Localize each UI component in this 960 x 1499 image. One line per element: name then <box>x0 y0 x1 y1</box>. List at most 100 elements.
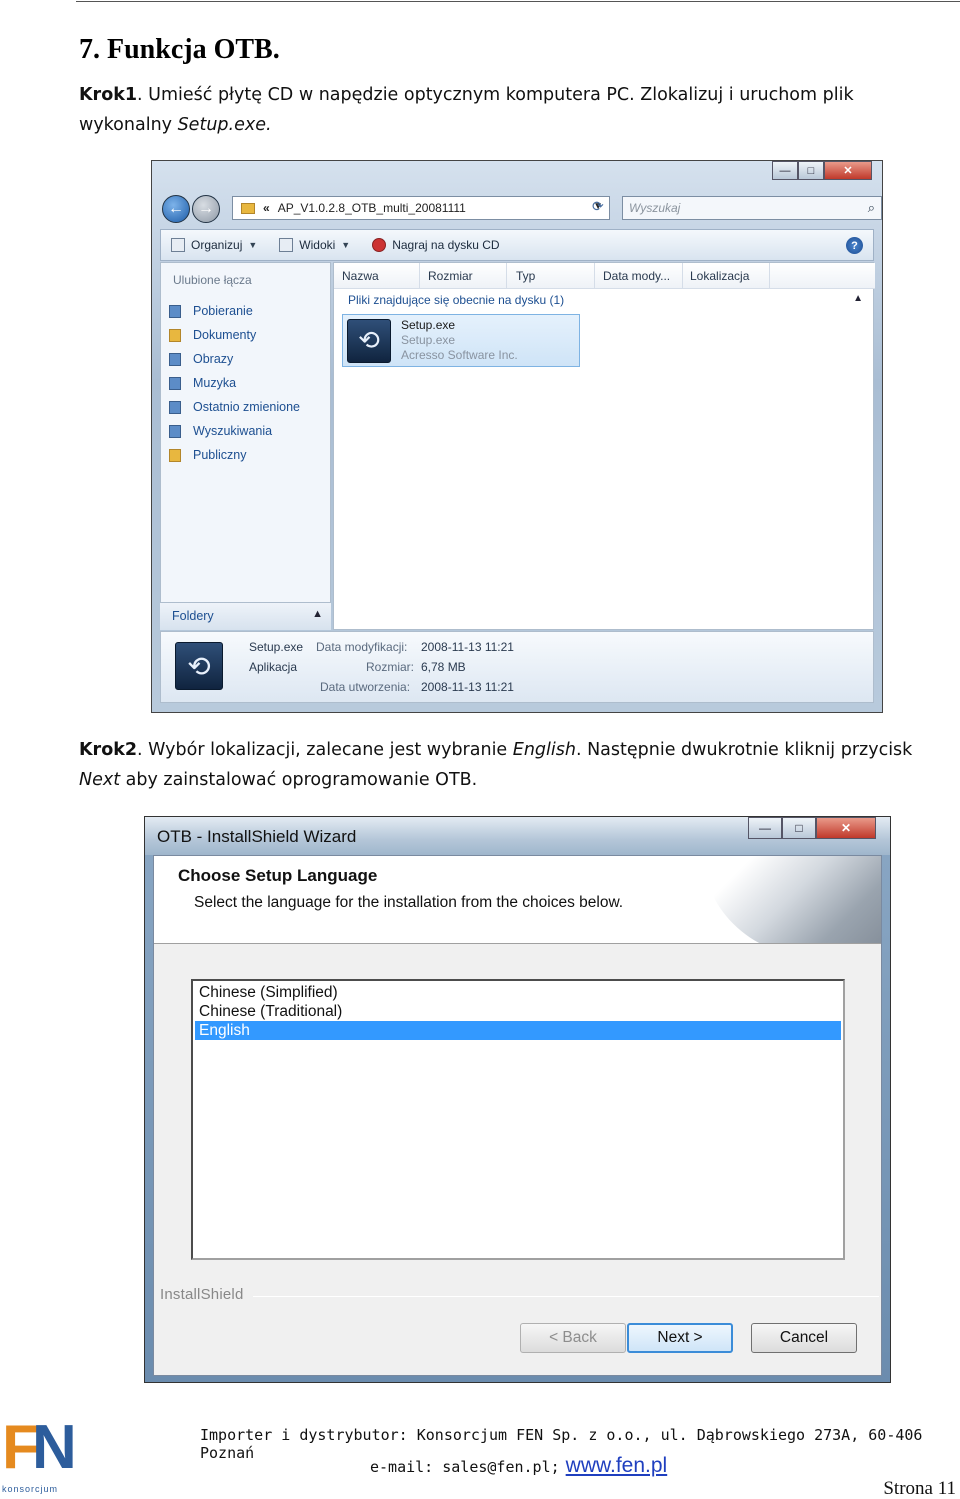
details-created-value: 2008-11-13 11:21 <box>421 680 514 694</box>
organize-icon <box>171 238 185 252</box>
top-rule <box>76 1 960 2</box>
toolbar-burn-label: Nagraj na dysku CD <box>392 238 500 252</box>
window-controls: — □ ✕ <box>748 817 876 839</box>
step1-filename: Setup.exe. <box>177 115 272 135</box>
pictures-icon <box>169 352 181 366</box>
file-list-pane: Nazwa Rozmiar Typ Data mody... Lokalizac… <box>333 262 875 630</box>
logo-letter-n: N <box>32 1413 77 1482</box>
installer-icon: ⟲ <box>175 642 223 690</box>
step2-paragraph: Krok2. Wybór lokalizacji, zalecane jest … <box>79 735 949 795</box>
file-item-text: Setup.exe Setup.exe Acresso Software Inc… <box>401 318 518 363</box>
search-input[interactable]: Wyszukaj ⌕ <box>622 196 882 220</box>
forward-arrow-icon[interactable]: → <box>192 195 220 223</box>
toolbar-organize[interactable]: Organizuj ▼ <box>171 238 257 252</box>
file-company: Acresso Software Inc. <box>401 348 518 362</box>
sidebar-item-recent[interactable]: Ostatnio zmienione <box>169 395 300 419</box>
language-list[interactable]: Chinese (Simplified) Chinese (Traditiona… <box>191 979 845 1260</box>
column-date[interactable]: Data mody... <box>603 269 670 283</box>
maximize-icon[interactable]: □ <box>798 161 824 180</box>
step2-text-b: . Następnie dwukrotnie kliknij przycisk <box>575 740 913 760</box>
column-divider <box>769 263 770 289</box>
file-name: Setup.exe <box>401 318 456 332</box>
documents-icon <box>169 328 181 342</box>
toolbar-burn[interactable]: Nagraj na dysku CD <box>372 238 500 252</box>
page-curl-graphic <box>701 856 881 943</box>
language-option[interactable]: Chinese (Traditional) <box>195 1002 841 1021</box>
address-bar[interactable]: « AP_V1.0.2.8_OTB_multi_20081111 ▼ <box>232 196 610 220</box>
music-icon <box>169 376 181 390</box>
close-icon[interactable]: ✕ <box>816 817 876 839</box>
sidebar-item-label: Pobieranie <box>193 304 253 318</box>
address-chevron: « <box>263 201 270 215</box>
language-option-selected[interactable]: English <box>195 1021 841 1040</box>
toolbar-views-label: Widoki <box>299 238 336 252</box>
column-location[interactable]: Lokalizacja <box>690 269 749 283</box>
search-icon[interactable]: ⌕ <box>868 200 875 216</box>
file-item-setup[interactable]: ⟲ Setup.exe Setup.exe Acresso Software I… <box>342 314 580 367</box>
installshield-window: OTB - InstallShield Wizard — □ ✕ Choose … <box>144 816 891 1383</box>
minimize-icon[interactable]: — <box>772 161 798 180</box>
sidebar-item-label: Muzyka <box>193 376 237 390</box>
minimize-icon[interactable]: — <box>748 817 782 839</box>
step1-paragraph: Krok1. Umieść płytę CD w napędzie optycz… <box>79 80 949 140</box>
back-button[interactable]: < Back <box>520 1323 626 1353</box>
sidebar-heading: Ulubione łącza <box>173 273 252 287</box>
sidebar-item-music[interactable]: Muzyka <box>169 371 300 395</box>
maximize-icon[interactable]: □ <box>782 817 816 839</box>
cancel-button[interactable]: Cancel <box>751 1323 857 1353</box>
step2-english: English <box>512 740 576 760</box>
language-option[interactable]: Chinese (Simplified) <box>195 983 841 1002</box>
explorer-toolbar: Organizuj ▼ Widoki ▼ Nagraj na dysku CD … <box>160 229 874 261</box>
help-icon[interactable]: ? <box>846 237 863 254</box>
close-icon[interactable]: ✕ <box>824 161 872 180</box>
column-divider <box>506 263 507 289</box>
refresh-icon[interactable]: ⟳ <box>592 198 604 215</box>
wizard-heading: Choose Setup Language <box>178 866 378 885</box>
sidebar-item-label: Dokumenty <box>193 328 257 342</box>
details-file-name: Setup.exe <box>249 640 304 654</box>
column-divider <box>594 263 595 289</box>
footer-website-link[interactable]: www.fen.pl <box>566 1454 668 1478</box>
sidebar-item-documents[interactable]: Dokumenty <box>169 323 300 347</box>
wizard-body: Choose Setup Language Select the languag… <box>153 855 882 1376</box>
installshield-brand: InstallShield <box>160 1286 244 1303</box>
views-icon <box>279 238 294 252</box>
details-created-label: Data utworzenia: <box>320 680 411 694</box>
step1-label: Krok1 <box>79 85 138 105</box>
wizard-titlebar: OTB - InstallShield Wizard — □ ✕ <box>145 817 890 855</box>
footer-email: e-mail: sales@fen.pl; <box>370 1458 560 1476</box>
brand-divider <box>253 1296 879 1297</box>
chevron-up-icon[interactable]: ▲ <box>853 293 863 304</box>
details-modified-value: 2008-11-13 11:21 <box>421 640 514 654</box>
folders-label: Foldery <box>172 609 214 623</box>
chevron-up-icon[interactable]: ▲ <box>312 608 323 620</box>
sidebar-item-public[interactable]: Publiczny <box>169 443 300 467</box>
sidebar-item-downloads[interactable]: Pobieranie <box>169 299 300 323</box>
group-heading[interactable]: Pliki znajdujące się obecnie na dysku (1… <box>348 293 564 307</box>
column-type[interactable]: Typ <box>516 269 535 283</box>
column-name[interactable]: Nazwa <box>342 269 379 283</box>
file-description: Setup.exe <box>401 333 456 347</box>
column-size[interactable]: Rozmiar <box>428 269 473 283</box>
sidebar-item-pictures[interactable]: Obrazy <box>169 347 300 371</box>
sidebar-item-label: Wyszukiwania <box>193 424 273 438</box>
search-placeholder: Wyszukaj <box>629 201 681 215</box>
folder-icon <box>241 202 255 214</box>
step2-text-c: aby zainstalować oprogramowanie OTB. <box>120 770 478 790</box>
details-size-value: 6,78 MB <box>421 660 466 674</box>
toolbar-views[interactable]: Widoki ▼ <box>279 238 350 252</box>
back-arrow-icon[interactable]: ← <box>162 195 190 223</box>
sidebar-item-searches[interactable]: Wyszukiwania <box>169 419 300 443</box>
burn-disc-icon <box>372 238 387 252</box>
sidebar-item-label: Publiczny <box>193 448 247 462</box>
sidebar-item-label: Ostatnio zmienione <box>193 400 301 414</box>
chevron-down-icon: ▼ <box>341 240 351 250</box>
details-file-type: Aplikacja <box>249 660 298 674</box>
next-button[interactable]: Next > <box>627 1323 733 1353</box>
column-divider <box>682 263 683 289</box>
column-headers: Nazwa Rozmiar Typ Data mody... Lokalizac… <box>334 263 875 289</box>
folders-pane-toggle[interactable]: Foldery ▲ <box>160 602 331 630</box>
chevron-down-icon: ▼ <box>248 240 258 250</box>
downloads-icon <box>169 304 181 318</box>
window-controls: — □ ✕ <box>772 161 872 180</box>
